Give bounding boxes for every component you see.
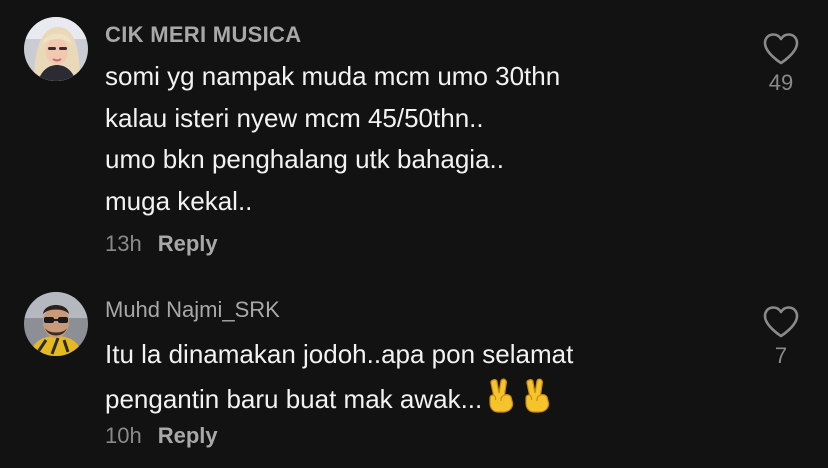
avatar-photo-man	[24, 292, 88, 356]
comment-timestamp: 13h	[105, 231, 142, 256]
comment-meta: 13h Reply	[105, 231, 218, 257]
reply-button[interactable]: Reply	[158, 423, 218, 448]
like-count: 7	[774, 343, 788, 368]
heart-outline-icon	[763, 306, 799, 338]
comment-username[interactable]: Muhd Najmi_SRK	[105, 297, 280, 323]
avatar[interactable]	[24, 292, 88, 356]
victory-hand-emoji	[520, 376, 554, 414]
avatar-photo-woman	[24, 17, 88, 81]
comment-meta: 10h Reply	[105, 423, 218, 449]
comment-text-line-with-emoji: pengantin baru buat mak awak...	[105, 376, 573, 418]
comment-text-line: umo bkn penghalang utk bahagia..	[105, 144, 504, 174]
avatar[interactable]	[24, 17, 88, 81]
heart-outline-icon	[763, 33, 799, 65]
victory-hand-emoji	[484, 376, 518, 414]
comment-item: CIK MERI MUSICA somi yg nampak muda mcm …	[0, 0, 828, 270]
comment-text-line: Itu la dinamakan jodoh..apa pon selamat	[105, 339, 574, 369]
comment-text-segment: pengantin baru buat mak awak...	[105, 383, 483, 414]
like-button[interactable]: 7	[758, 305, 804, 369]
like-button[interactable]: 49	[758, 32, 804, 96]
comment-text: somi yg nampak muda mcm umo 30thn kalau …	[105, 56, 560, 222]
comment-text: Itu la dinamakan jodoh..apa pon selamat …	[105, 334, 573, 417]
comment-item: Muhd Najmi_SRK Itu la dinamakan jodoh..a…	[0, 280, 828, 468]
comment-text-line: muga kekal..	[105, 185, 253, 216]
comment-timestamp: 10h	[105, 423, 142, 448]
reply-button[interactable]: Reply	[158, 231, 218, 256]
comment-text-line: kalau isteri nyew mcm 45/50thn..	[105, 102, 484, 133]
like-count: 49	[768, 70, 794, 95]
comment-username[interactable]: CIK MERI MUSICA	[105, 22, 301, 48]
comment-text-line: somi yg nampak muda mcm umo 30thn	[105, 61, 561, 91]
